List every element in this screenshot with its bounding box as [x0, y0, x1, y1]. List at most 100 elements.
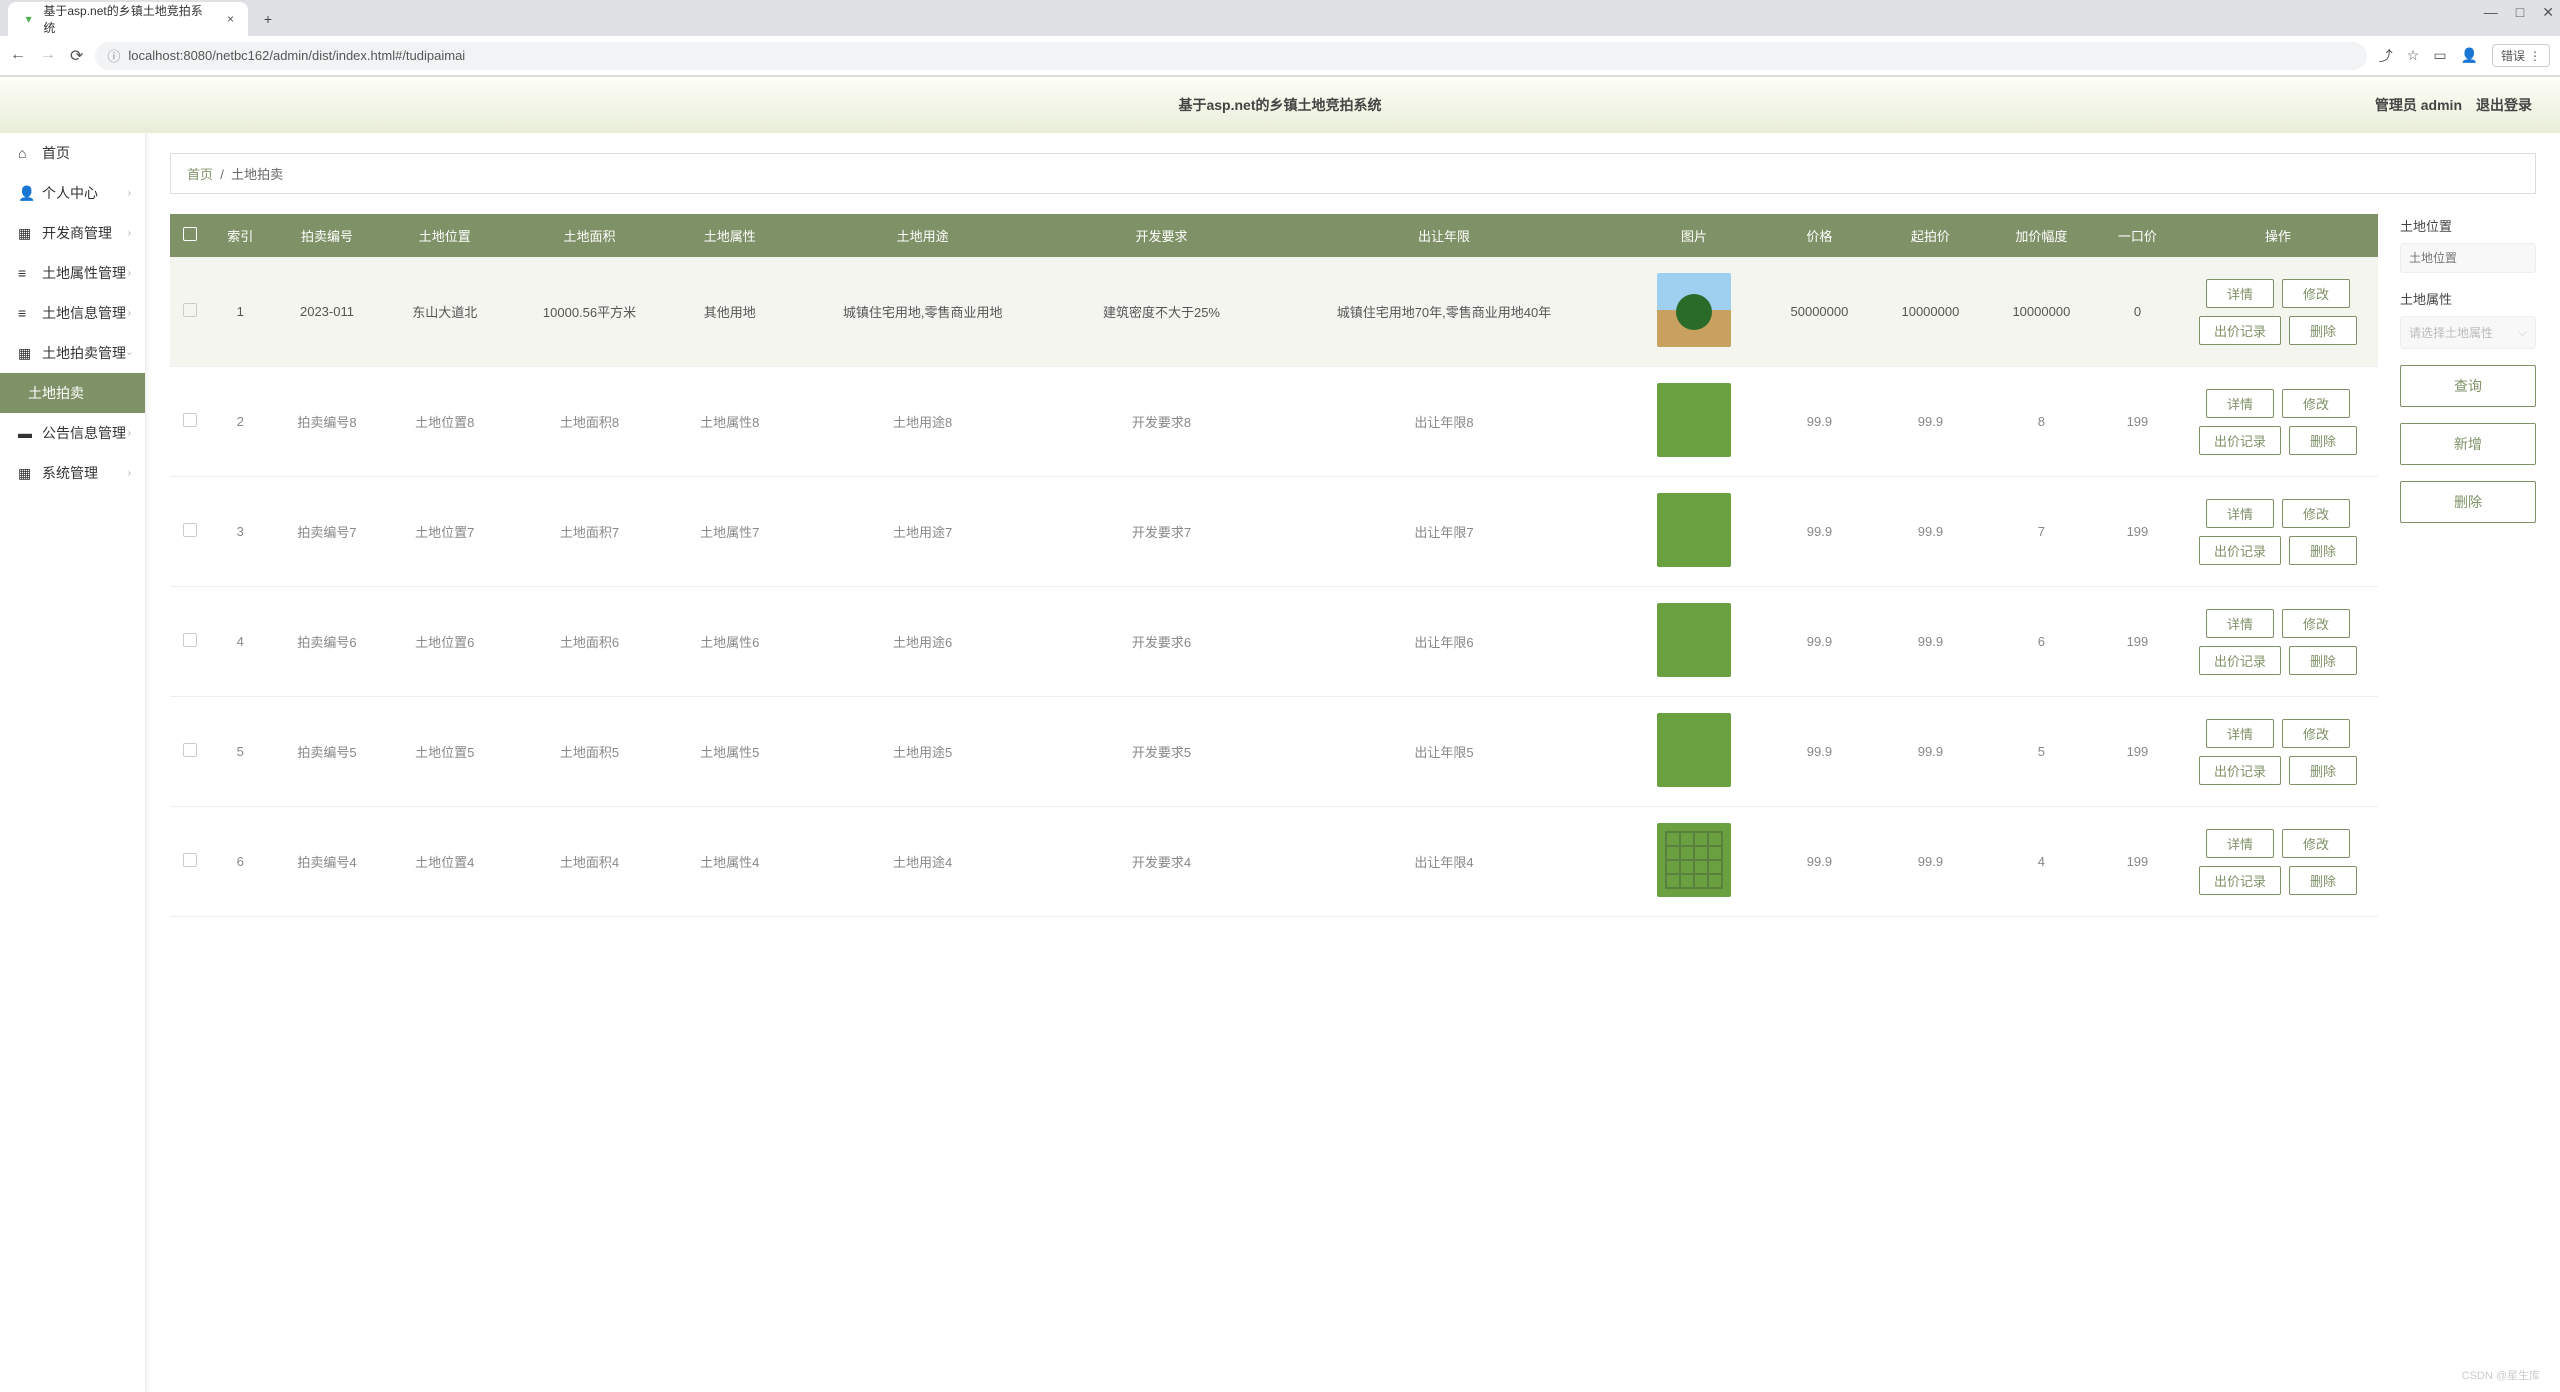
share-icon[interactable]: ⤴: [2379, 46, 2393, 66]
thumbnail: [1657, 273, 1731, 347]
filter-attr-select[interactable]: 请选择土地属性 ⌵: [2400, 316, 2536, 349]
row-checkbox[interactable]: [183, 633, 197, 647]
cell-use: 城镇住宅用地,零售商业用地: [786, 257, 1059, 367]
cell-area: 土地面积5: [506, 697, 673, 807]
cell-req: 开发要求4: [1059, 807, 1264, 917]
sidebar-item-8[interactable]: ▦系统管理›: [0, 453, 145, 493]
cell-one: 199: [2097, 697, 2178, 807]
select-all-checkbox[interactable]: [183, 227, 197, 241]
sidebar-item-6[interactable]: 土地拍卖: [0, 373, 145, 413]
delete-button[interactable]: 删除: [2289, 426, 2357, 455]
edit-button[interactable]: 修改: [2282, 829, 2350, 858]
sidebar-item-0[interactable]: ⌂首页: [0, 133, 145, 173]
cell-attr: 土地属性7: [673, 477, 786, 587]
sidebar-item-7[interactable]: ▬公告信息管理›: [0, 413, 145, 453]
query-button[interactable]: 查询: [2400, 365, 2536, 407]
install-icon[interactable]: ▭: [2433, 47, 2446, 64]
thumbnail: [1657, 823, 1731, 897]
row-checkbox[interactable]: [183, 413, 197, 427]
detail-button[interactable]: 详情: [2206, 499, 2274, 528]
url-bar[interactable]: ⓘ localhost:8080/netbc162/admin/dist/ind…: [95, 42, 2366, 70]
detail-button[interactable]: 详情: [2206, 609, 2274, 638]
close-tab-icon[interactable]: ×: [227, 12, 234, 26]
cell-area: 土地面积4: [506, 807, 673, 917]
delete-button[interactable]: 删除: [2289, 316, 2357, 345]
cell-loc: 土地位置8: [384, 367, 506, 477]
cell-use: 土地用途6: [786, 587, 1059, 697]
browser-tab[interactable]: ▾ 基于asp.net的乡镇土地竞拍系统 ×: [8, 2, 248, 36]
cell-code: 拍卖编号7: [270, 477, 383, 587]
thumbnail: [1657, 383, 1731, 457]
detail-button[interactable]: 详情: [2206, 719, 2274, 748]
cell-one: 199: [2097, 477, 2178, 587]
breadcrumb-current: 土地拍卖: [231, 167, 283, 182]
detail-button[interactable]: 详情: [2206, 279, 2274, 308]
cell-price: 99.9: [1764, 367, 1875, 477]
breadcrumb-home[interactable]: 首页: [187, 167, 213, 182]
filter-loc-input[interactable]: [2400, 243, 2536, 273]
row-checkbox[interactable]: [183, 523, 197, 537]
delete-button[interactable]: 删除: [2289, 646, 2357, 675]
edit-button[interactable]: 修改: [2282, 719, 2350, 748]
sidebar-item-5[interactable]: ▦土地拍卖管理›: [0, 333, 145, 373]
bidlog-button[interactable]: 出价记录: [2199, 536, 2281, 565]
row-checkbox[interactable]: [183, 743, 197, 757]
delete-button[interactable]: 删除: [2289, 756, 2357, 785]
delete-button[interactable]: 删除: [2400, 481, 2536, 523]
cell-step: 6: [1986, 587, 2097, 697]
filter-loc-label: 土地位置: [2400, 216, 2536, 235]
sidebar-item-3[interactable]: ≡土地属性管理›: [0, 253, 145, 293]
site-info-icon[interactable]: ⓘ: [107, 46, 120, 65]
forward-icon[interactable]: →: [40, 46, 56, 66]
cell-attr: 土地属性8: [673, 367, 786, 477]
cell-loc: 东山大道北: [384, 257, 506, 367]
edit-button[interactable]: 修改: [2282, 279, 2350, 308]
thumbnail: [1657, 603, 1731, 677]
bidlog-button[interactable]: 出价记录: [2199, 866, 2281, 895]
menu-icon: ⌂: [18, 145, 32, 161]
close-window-icon[interactable]: ✕: [2542, 4, 2554, 21]
bidlog-button[interactable]: 出价记录: [2199, 316, 2281, 345]
sidebar-item-4[interactable]: ≡土地信息管理›: [0, 293, 145, 333]
sidebar-item-1[interactable]: 👤个人中心›: [0, 173, 145, 213]
maximize-icon[interactable]: □: [2516, 4, 2524, 21]
cell-attr: 土地属性6: [673, 587, 786, 697]
col-header-13: 一口价: [2097, 214, 2178, 257]
detail-button[interactable]: 详情: [2206, 389, 2274, 418]
row-checkbox[interactable]: [183, 303, 197, 317]
menu-icon: ≡: [18, 265, 32, 281]
bidlog-button[interactable]: 出价记录: [2199, 426, 2281, 455]
minimize-icon[interactable]: —: [2484, 4, 2498, 21]
watermark: CSDN @星生库: [2462, 1367, 2540, 1383]
sidebar-item-2[interactable]: ▦开发商管理›: [0, 213, 145, 253]
new-tab-button[interactable]: +: [254, 5, 282, 33]
error-button[interactable]: 错误 ⋮: [2492, 44, 2550, 67]
col-header-2: 拍卖编号: [270, 214, 383, 257]
cell-attr: 其他用地: [673, 257, 786, 367]
favicon-icon: ▾: [22, 12, 35, 26]
sidebar: ⌂首页👤个人中心›▦开发商管理›≡土地属性管理›≡土地信息管理›▦土地拍卖管理›…: [0, 133, 146, 1392]
reload-icon[interactable]: ⟳: [70, 46, 83, 66]
bidlog-button[interactable]: 出价记录: [2199, 756, 2281, 785]
detail-button[interactable]: 详情: [2206, 829, 2274, 858]
bidlog-button[interactable]: 出价记录: [2199, 646, 2281, 675]
bookmark-icon[interactable]: ☆: [2407, 47, 2420, 64]
add-button[interactable]: 新增: [2400, 423, 2536, 465]
profile-icon[interactable]: 👤: [2461, 47, 2478, 64]
filter-panel: 土地位置 土地属性 请选择土地属性 ⌵ 查询 新增 删除: [2400, 214, 2536, 539]
col-header-5: 土地属性: [673, 214, 786, 257]
logout-link[interactable]: 退出登录: [2476, 95, 2532, 115]
back-icon[interactable]: ←: [10, 46, 26, 66]
delete-button[interactable]: 删除: [2289, 866, 2357, 895]
col-header-10: 价格: [1764, 214, 1875, 257]
cell-term: 出让年限5: [1264, 697, 1624, 807]
cell-use: 土地用途8: [786, 367, 1059, 477]
row-checkbox[interactable]: [183, 853, 197, 867]
user-label[interactable]: 管理员 admin: [2375, 95, 2462, 115]
cell-req: 开发要求8: [1059, 367, 1264, 477]
edit-button[interactable]: 修改: [2282, 609, 2350, 638]
cell-start: 99.9: [1875, 477, 1986, 587]
edit-button[interactable]: 修改: [2282, 499, 2350, 528]
delete-button[interactable]: 删除: [2289, 536, 2357, 565]
edit-button[interactable]: 修改: [2282, 389, 2350, 418]
